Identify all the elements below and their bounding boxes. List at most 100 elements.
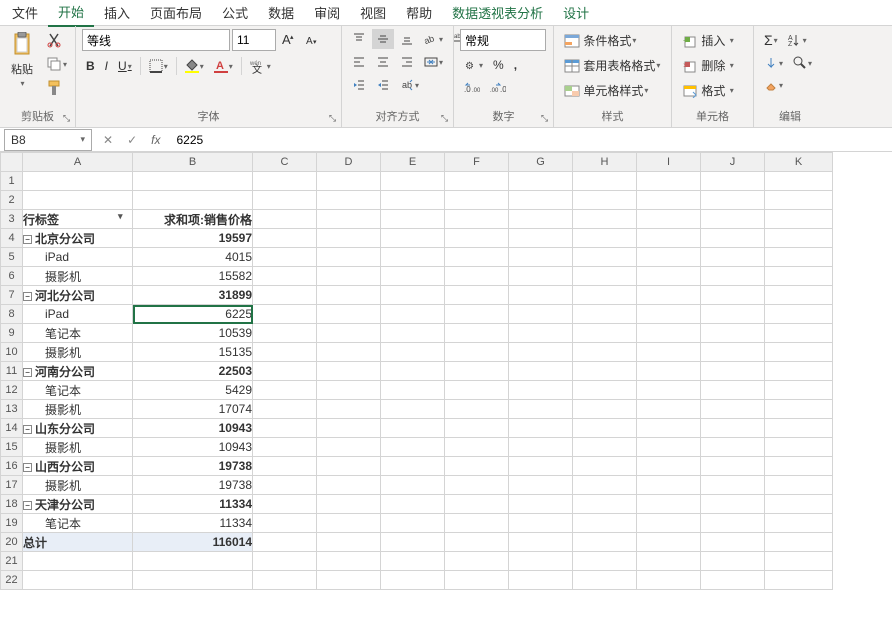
cell-K12[interactable] — [765, 381, 833, 400]
cell-C2[interactable] — [253, 191, 317, 210]
cell-J21[interactable] — [701, 552, 765, 571]
pivot-collapse-icon[interactable]: − — [23, 463, 32, 472]
cell-K9[interactable] — [765, 324, 833, 343]
cell-I3[interactable] — [637, 210, 701, 229]
cell-G7[interactable] — [509, 286, 573, 305]
pivot-collapse-icon[interactable]: − — [23, 292, 32, 301]
cell-D13[interactable] — [317, 400, 381, 419]
cell-A17[interactable]: 摄影机 — [23, 476, 133, 495]
cell-C19[interactable] — [253, 514, 317, 533]
cell-K20[interactable] — [765, 533, 833, 552]
tab-pivotanalyze[interactable]: 数据透视表分析 — [442, 0, 553, 26]
cell-G12[interactable] — [509, 381, 573, 400]
row-header-3[interactable]: 3 — [1, 210, 23, 229]
cell-K21[interactable] — [765, 552, 833, 571]
number-launcher-icon[interactable]: ⤡ — [538, 112, 551, 125]
clear-button[interactable]: ▾ — [760, 75, 816, 95]
cell-A22[interactable] — [23, 571, 133, 590]
cell-H3[interactable] — [573, 210, 637, 229]
cell-E16[interactable] — [381, 457, 445, 476]
cell-E11[interactable] — [381, 362, 445, 381]
row-header-17[interactable]: 17 — [1, 476, 23, 495]
cell-A18[interactable]: −天津分公司 — [23, 495, 133, 514]
cell-H7[interactable] — [573, 286, 637, 305]
sort-filter-button[interactable]: AZ▾ — [784, 30, 811, 50]
cell-B9[interactable]: 10539 — [133, 324, 253, 343]
row-header-14[interactable]: 14 — [1, 419, 23, 438]
cell-K7[interactable] — [765, 286, 833, 305]
row-header-22[interactable]: 22 — [1, 571, 23, 590]
row-header-12[interactable]: 12 — [1, 381, 23, 400]
cell-E14[interactable] — [381, 419, 445, 438]
cell-H18[interactable] — [573, 495, 637, 514]
cell-C21[interactable] — [253, 552, 317, 571]
cell-E13[interactable] — [381, 400, 445, 419]
cell-A19[interactable]: 笔记本 — [23, 514, 133, 533]
cell-C17[interactable] — [253, 476, 317, 495]
fx-icon[interactable]: fx — [147, 131, 164, 149]
cell-K8[interactable] — [765, 305, 833, 324]
cell-I8[interactable] — [637, 305, 701, 324]
cell-E12[interactable] — [381, 381, 445, 400]
cell-B18[interactable]: 11334 — [133, 495, 253, 514]
select-all-cell[interactable] — [1, 153, 23, 172]
row-header-11[interactable]: 11 — [1, 362, 23, 381]
tab-help[interactable]: 帮助 — [396, 0, 442, 26]
cell-F4[interactable] — [445, 229, 509, 248]
cell-B4[interactable]: 19597 — [133, 229, 253, 248]
cell-H14[interactable] — [573, 419, 637, 438]
col-header-C[interactable]: C — [253, 153, 317, 172]
cell-E7[interactable] — [381, 286, 445, 305]
cell-F7[interactable] — [445, 286, 509, 305]
cell-D14[interactable] — [317, 419, 381, 438]
cell-G8[interactable] — [509, 305, 573, 324]
row-header-1[interactable]: 1 — [1, 172, 23, 191]
tab-formulas[interactable]: 公式 — [212, 0, 258, 26]
col-header-I[interactable]: I — [637, 153, 701, 172]
cell-C13[interactable] — [253, 400, 317, 419]
cell-H22[interactable] — [573, 571, 637, 590]
cell-I16[interactable] — [637, 457, 701, 476]
percent-button[interactable]: % — [489, 55, 508, 75]
cell-H17[interactable] — [573, 476, 637, 495]
cell-F10[interactable] — [445, 343, 509, 362]
row-header-6[interactable]: 6 — [1, 267, 23, 286]
name-box-dropdown-icon[interactable]: ▾ — [80, 134, 85, 145]
cell-C14[interactable] — [253, 419, 317, 438]
formula-input[interactable] — [170, 129, 892, 151]
cell-G4[interactable] — [509, 229, 573, 248]
pivot-collapse-icon[interactable]: − — [23, 501, 32, 510]
cell-I5[interactable] — [637, 248, 701, 267]
cell-J18[interactable] — [701, 495, 765, 514]
increase-font-button[interactable]: A▴ — [278, 29, 300, 51]
cell-G10[interactable] — [509, 343, 573, 362]
row-header-16[interactable]: 16 — [1, 457, 23, 476]
col-header-K[interactable]: K — [765, 153, 833, 172]
row-header-7[interactable]: 7 — [1, 286, 23, 305]
cell-E2[interactable] — [381, 191, 445, 210]
row-header-9[interactable]: 9 — [1, 324, 23, 343]
cell-J10[interactable] — [701, 343, 765, 362]
cell-G20[interactable] — [509, 533, 573, 552]
orientation-dd-button[interactable]: ab▾ — [396, 75, 423, 95]
cell-I18[interactable] — [637, 495, 701, 514]
cell-E20[interactable] — [381, 533, 445, 552]
cell-K6[interactable] — [765, 267, 833, 286]
cell-F3[interactable] — [445, 210, 509, 229]
cell-K15[interactable] — [765, 438, 833, 457]
clipboard-launcher-icon[interactable]: ⤡ — [60, 112, 73, 125]
cell-F9[interactable] — [445, 324, 509, 343]
cut-button[interactable] — [42, 29, 71, 51]
cell-G6[interactable] — [509, 267, 573, 286]
cell-G11[interactable] — [509, 362, 573, 381]
cell-J6[interactable] — [701, 267, 765, 286]
cell-B12[interactable]: 5429 — [133, 381, 253, 400]
cell-H15[interactable] — [573, 438, 637, 457]
cell-A1[interactable] — [23, 172, 133, 191]
cell-J8[interactable] — [701, 305, 765, 324]
cell-I7[interactable] — [637, 286, 701, 305]
cell-H13[interactable] — [573, 400, 637, 419]
cell-H2[interactable] — [573, 191, 637, 210]
cell-J13[interactable] — [701, 400, 765, 419]
name-box[interactable]: B8 ▾ — [4, 129, 92, 151]
